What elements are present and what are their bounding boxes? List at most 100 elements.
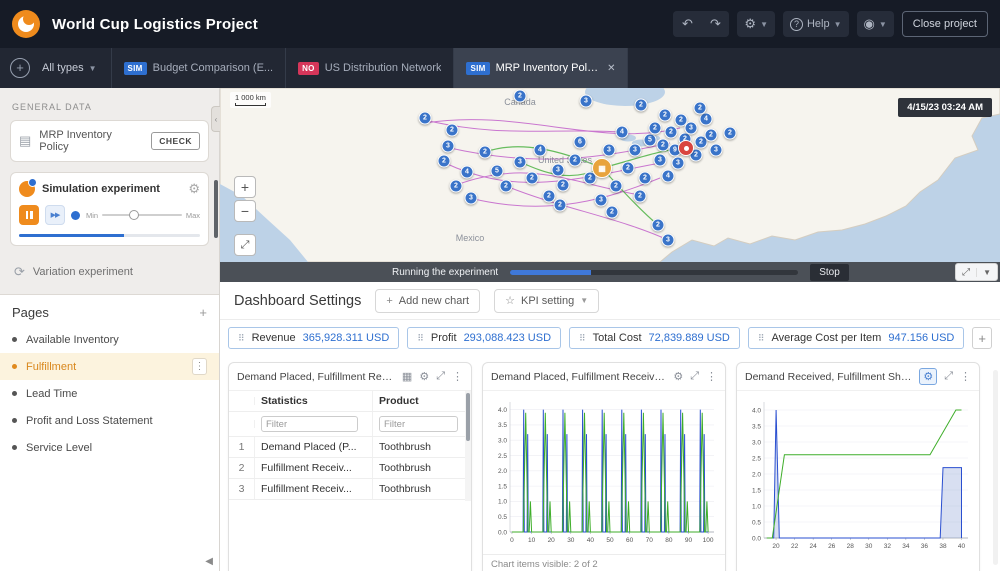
alert-marker[interactable] [678, 140, 694, 156]
site-marker[interactable]: 3 [514, 156, 527, 169]
table-vertical-scrollbar[interactable] [465, 391, 471, 501]
scenario-type-filter[interactable]: All types ▼ [40, 48, 111, 88]
site-marker[interactable]: 4 [700, 113, 713, 126]
page-menu-kebab-icon[interactable]: ⋮ [192, 358, 207, 375]
kebab-menu-icon[interactable]: ⋮ [452, 370, 463, 383]
site-marker[interactable]: 2 [639, 172, 652, 185]
tools-menu-button[interactable]: ◉▼ [857, 11, 894, 37]
site-marker[interactable]: 2 [724, 127, 737, 140]
close-project-button[interactable]: Close project [902, 11, 988, 37]
speed-slider[interactable]: Min Max [86, 211, 200, 220]
gear-icon[interactable]: ⚙ [673, 370, 683, 383]
expand-icon[interactable]: ⤢ [690, 370, 699, 383]
kpi-chip-average-cost-per-item[interactable]: ⠿ Average Cost per Item 947.156 USD [748, 327, 965, 349]
dashboard-vertical-scrollbar[interactable] [993, 370, 998, 565]
kpi-chip-total-cost[interactable]: ⠿ Total Cost 72,839.889 USD [569, 327, 740, 349]
site-marker[interactable]: 3 [442, 140, 455, 153]
site-marker[interactable]: 5 [644, 134, 657, 147]
fast-forward-button[interactable]: ▶▶ [45, 205, 65, 225]
kpi-setting-button[interactable]: ☆ KPI setting ▼ [494, 289, 599, 313]
page-item-lead-time[interactable]: Lead Time [0, 380, 219, 407]
tab-mrp-inventory-policy[interactable]: SIM MRP Inventory Policy ✕ [453, 48, 628, 88]
site-marker[interactable]: 3 [552, 164, 565, 177]
site-marker[interactable]: 2 [526, 172, 539, 185]
site-marker[interactable]: 2 [514, 90, 527, 103]
table-row[interactable]: 1 Demand Placed (P... Toothbrush [229, 437, 471, 458]
product-filter-input[interactable] [379, 416, 458, 432]
zoom-in-button[interactable]: + [234, 176, 256, 198]
drag-handle-icon[interactable]: ⠿ [238, 333, 245, 344]
site-marker[interactable]: 2 [635, 99, 648, 112]
zoom-out-button[interactable]: − [234, 200, 256, 222]
add-kpi-button[interactable]: + [972, 327, 992, 349]
site-marker[interactable]: 2 [610, 180, 623, 193]
site-marker[interactable]: 3 [710, 144, 723, 157]
site-marker[interactable]: 2 [606, 206, 619, 219]
site-marker[interactable]: 6 [574, 136, 587, 149]
sidebar-collapse-button[interactable]: ◀ [205, 556, 213, 567]
variation-experiment-item[interactable]: ⟳ Variation experiment [10, 256, 209, 282]
site-marker[interactable]: 2 [634, 190, 647, 203]
expand-panel-icon[interactable]: ⤢ [956, 267, 976, 278]
site-marker[interactable]: 3 [629, 144, 642, 157]
new-tab-button[interactable]: + [10, 58, 30, 78]
site-marker[interactable]: 3 [662, 234, 675, 247]
statistics-filter-input[interactable] [261, 416, 358, 432]
sidebar-scrollbar[interactable] [214, 180, 218, 238]
site-marker[interactable]: 2 [557, 179, 570, 192]
kebab-menu-icon[interactable]: ⋮ [960, 370, 971, 383]
close-tab-icon[interactable]: ✕ [607, 63, 615, 74]
site-marker[interactable]: 3 [654, 154, 667, 167]
kpi-chip-revenue[interactable]: ⠿ Revenue 365,928.311 USD [228, 327, 399, 349]
kebab-menu-icon[interactable]: ⋮ [706, 370, 717, 383]
sidebar-collapse-handle[interactable]: ‹ [211, 106, 220, 132]
add-page-button[interactable]: + [199, 305, 207, 320]
gear-icon[interactable]: ⚙ [919, 368, 937, 385]
undo-button[interactable]: ↶ [673, 11, 701, 37]
site-marker[interactable]: 4 [662, 170, 675, 183]
map-fullscreen-button[interactable]: ⤢ [234, 234, 256, 256]
page-item-available-inventory[interactable]: Available Inventory [0, 326, 219, 353]
site-marker[interactable]: 3 [465, 192, 478, 205]
site-marker[interactable]: 2 [438, 155, 451, 168]
check-button[interactable]: CHECK [151, 132, 200, 150]
slider-knob[interactable] [129, 210, 139, 220]
hub-marker[interactable] [592, 158, 612, 178]
site-marker[interactable]: 3 [685, 122, 698, 135]
site-marker[interactable]: 2 [569, 154, 582, 167]
help-menu-button[interactable]: ?Help▼ [783, 11, 849, 37]
add-new-chart-button[interactable]: + Add new chart [375, 289, 480, 313]
site-marker[interactable]: 2 [419, 112, 432, 125]
table-view-icon[interactable]: ▦ [402, 370, 412, 383]
site-marker[interactable]: 2 [649, 122, 662, 135]
drag-handle-icon[interactable]: ⠿ [417, 333, 424, 344]
settings-menu-button[interactable]: ⚙▼ [737, 11, 775, 37]
site-marker[interactable]: 4 [461, 166, 474, 179]
site-marker[interactable]: 4 [534, 144, 547, 157]
site-marker[interactable]: 2 [622, 162, 635, 175]
page-item-profit-loss[interactable]: Profit and Loss Statement [0, 407, 219, 434]
site-marker[interactable]: 2 [659, 109, 672, 122]
site-marker[interactable]: 2 [554, 199, 567, 212]
table-row[interactable]: 3 Fulfillment Receiv... Toothbrush [229, 479, 471, 500]
redo-button[interactable]: ↷ [701, 11, 729, 37]
gear-icon[interactable]: ⚙ [188, 181, 200, 197]
site-marker[interactable]: 2 [665, 126, 678, 139]
stop-experiment-button[interactable]: Stop [810, 264, 849, 281]
network-map[interactable]: Canada United States Mexico 223242325232… [220, 88, 1000, 262]
expand-icon[interactable]: ⤢ [944, 370, 953, 383]
site-marker[interactable]: 2 [705, 129, 718, 142]
gear-icon[interactable]: ⚙ [419, 370, 429, 383]
pause-button[interactable] [19, 205, 39, 225]
page-item-service-level[interactable]: Service Level [0, 434, 219, 461]
site-marker[interactable]: 5 [491, 165, 504, 178]
drag-handle-icon[interactable]: ⠿ [758, 333, 765, 344]
site-marker[interactable]: 3 [595, 194, 608, 207]
site-marker[interactable]: 2 [446, 124, 459, 137]
site-marker[interactable]: 2 [479, 146, 492, 159]
site-marker[interactable]: 3 [672, 157, 685, 170]
site-marker[interactable]: 2 [450, 180, 463, 193]
kpi-chip-profit[interactable]: ⠿ Profit 293,088.423 USD [407, 327, 561, 349]
drag-handle-icon[interactable]: ⠿ [579, 333, 586, 344]
site-marker[interactable]: 3 [603, 144, 616, 157]
